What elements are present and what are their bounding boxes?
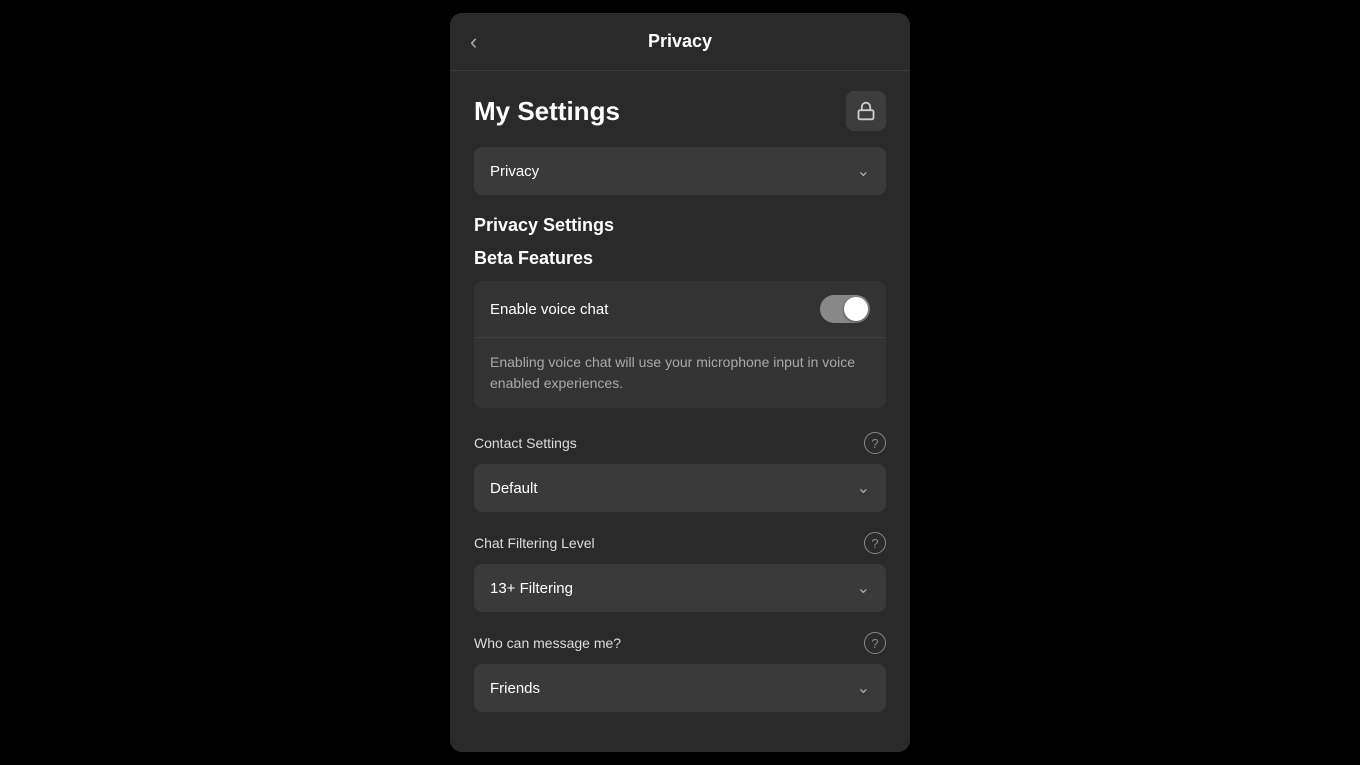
- beta-features-card: Enable voice chat Enabling voice chat wi…: [474, 281, 886, 408]
- category-dropdown[interactable]: Privacy ⌄: [474, 147, 886, 195]
- my-settings-title: My Settings: [474, 96, 620, 127]
- voice-chat-description: Enabling voice chat will use your microp…: [474, 338, 886, 408]
- message-settings-section: Who can message me? ? Friends ⌄: [474, 632, 886, 712]
- contact-settings-dropdown-label: Default: [490, 480, 538, 497]
- phone-container: ‹ Privacy My Settings Privacy ⌄ Privacy …: [450, 13, 910, 752]
- contact-settings-dropdown[interactable]: Default ⌄: [474, 464, 886, 512]
- voice-chat-label: Enable voice chat: [490, 301, 608, 318]
- toggle-knob: [844, 297, 868, 321]
- content: My Settings Privacy ⌄ Privacy Settings B…: [450, 71, 910, 752]
- chat-filtering-section: Chat Filtering Level ? 13+ Filtering ⌄: [474, 532, 886, 612]
- contact-settings-section: Contact Settings ? Default ⌄: [474, 432, 886, 512]
- chat-filtering-help-icon[interactable]: ?: [864, 532, 886, 554]
- header: ‹ Privacy: [450, 13, 910, 71]
- message-settings-dropdown-label: Friends: [490, 680, 540, 697]
- voice-chat-toggle[interactable]: [820, 295, 870, 323]
- message-settings-dropdown-arrow-icon: ⌄: [857, 678, 870, 698]
- voice-chat-toggle-row: Enable voice chat: [474, 281, 886, 338]
- category-dropdown-arrow-icon: ⌄: [857, 161, 870, 181]
- contact-settings-help-icon[interactable]: ?: [864, 432, 886, 454]
- chat-filtering-dropdown-arrow-icon: ⌄: [857, 578, 870, 598]
- message-settings-dropdown[interactable]: Friends ⌄: [474, 664, 886, 712]
- lock-icon: [856, 101, 876, 121]
- chat-filtering-heading: Chat Filtering Level: [474, 535, 595, 551]
- message-settings-header-row: Who can message me? ?: [474, 632, 886, 654]
- header-title: Privacy: [648, 31, 712, 52]
- category-dropdown-label: Privacy: [490, 163, 539, 180]
- chat-filtering-dropdown[interactable]: 13+ Filtering ⌄: [474, 564, 886, 612]
- contact-settings-dropdown-arrow-icon: ⌄: [857, 478, 870, 498]
- contact-settings-heading: Contact Settings: [474, 435, 577, 451]
- message-settings-heading: Who can message me?: [474, 635, 621, 651]
- lock-button[interactable]: [846, 91, 886, 131]
- contact-settings-header-row: Contact Settings ?: [474, 432, 886, 454]
- my-settings-row: My Settings: [474, 91, 886, 131]
- message-settings-help-icon[interactable]: ?: [864, 632, 886, 654]
- privacy-settings-heading: Privacy Settings: [474, 215, 886, 236]
- chat-filtering-header-row: Chat Filtering Level ?: [474, 532, 886, 554]
- chat-filtering-dropdown-label: 13+ Filtering: [490, 580, 573, 597]
- beta-features-heading: Beta Features: [474, 248, 886, 269]
- back-button[interactable]: ‹: [470, 31, 477, 53]
